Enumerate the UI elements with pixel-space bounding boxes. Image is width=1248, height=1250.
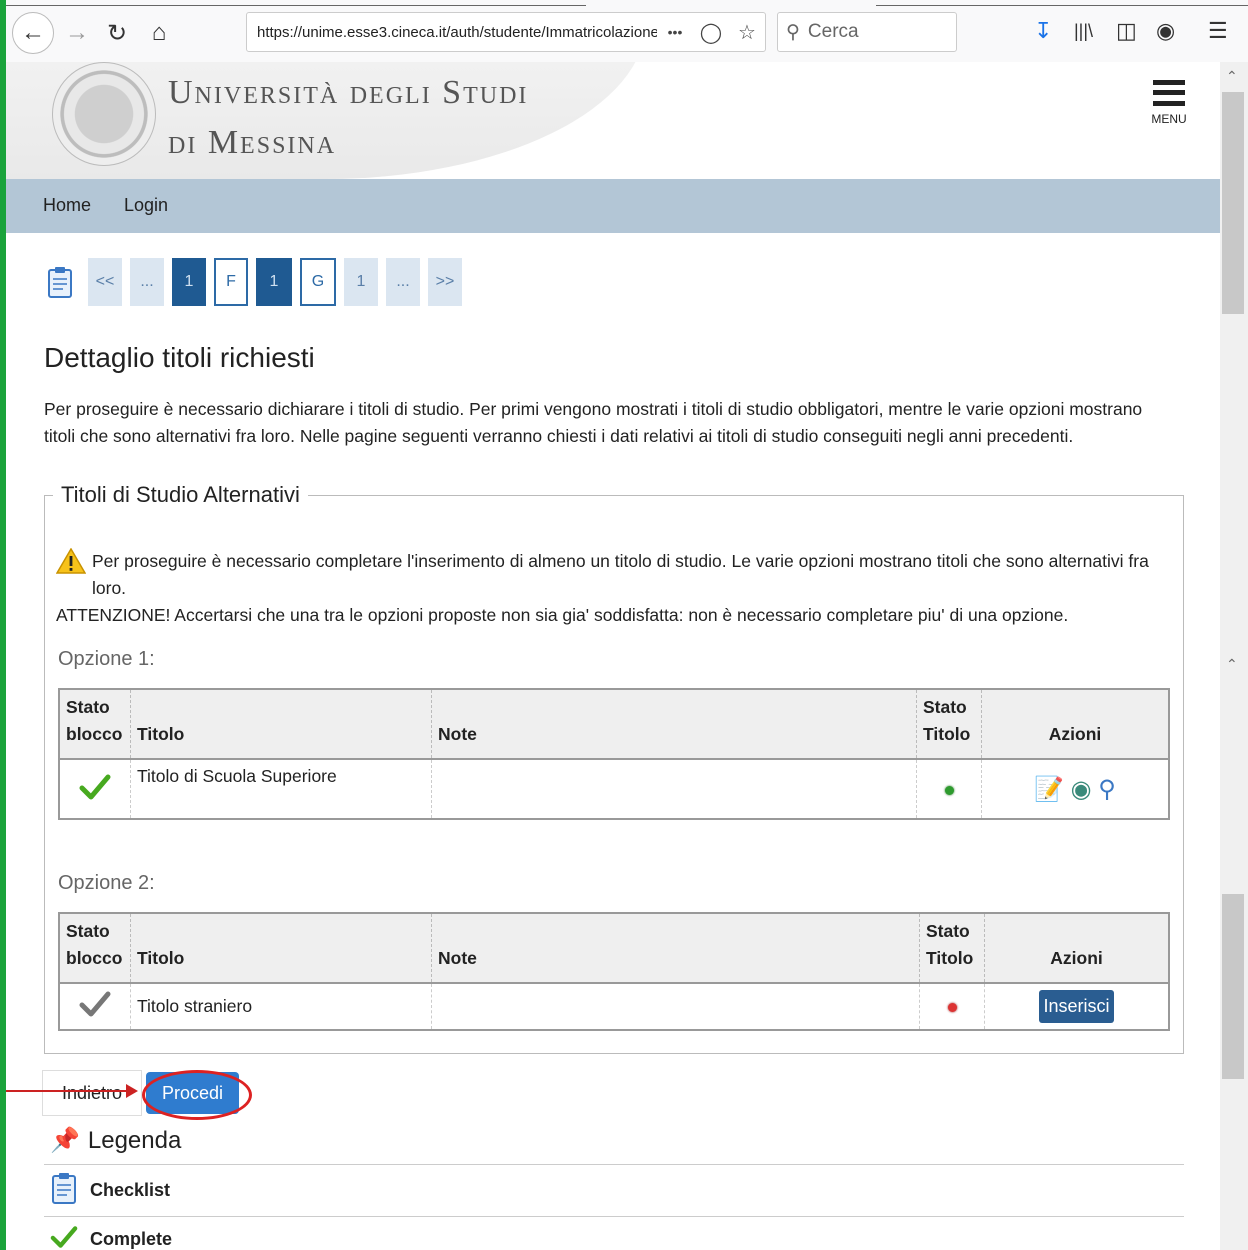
col-titolo: Titolo: [130, 689, 432, 760]
back-arrow-icon[interactable]: ←: [12, 12, 54, 54]
col-stato-titolo: Stato Titolo: [916, 689, 982, 760]
pager-step-current[interactable]: F: [214, 258, 248, 306]
home-icon[interactable]: ⌂: [140, 14, 178, 52]
pager-step[interactable]: 1: [344, 258, 378, 306]
page-scrollbar[interactable]: ⌃ ⌃: [1220, 62, 1248, 1250]
site-header: Università degli Studi di Messina MENU: [6, 62, 1220, 179]
top-nav: Home Login: [6, 179, 1220, 233]
library-icon[interactable]: |||\: [1074, 21, 1093, 42]
status-dot-green-icon: [916, 759, 982, 819]
forward-arrow-icon[interactable]: →: [58, 14, 96, 52]
scroll-up-icon[interactable]: ⌃: [1226, 68, 1238, 85]
col-stato-blocco: Stato blocco: [59, 689, 131, 760]
actions-cell: Inserisci: [985, 983, 1170, 1030]
page-actions-icon[interactable]: •••: [657, 24, 693, 40]
search-input[interactable]: ⚲ Cerca: [777, 12, 957, 52]
sidebar-icon[interactable]: ◫: [1116, 18, 1137, 44]
pocket-icon[interactable]: ◯: [693, 20, 729, 45]
warning-text: Per proseguire è necessario completare l…: [92, 551, 1149, 598]
bookmark-star-icon[interactable]: ☆: [729, 20, 765, 45]
account-icon[interactable]: ◉: [1156, 18, 1175, 44]
proceed-button[interactable]: Procedi: [146, 1072, 239, 1114]
search-icon: ⚲: [786, 21, 800, 43]
checklist-icon[interactable]: [44, 264, 76, 300]
col-note: Note: [431, 913, 920, 984]
pager-first[interactable]: <<: [88, 258, 122, 306]
university-seal-icon[interactable]: [52, 62, 156, 166]
hamburger-menu-icon[interactable]: ☰: [1208, 18, 1228, 44]
legend-heading: 📌 Legenda: [50, 1126, 181, 1155]
option-2-label: Opzione 2:: [58, 872, 155, 894]
pager-step[interactable]: G: [300, 258, 336, 306]
status-dot-red-icon: [919, 983, 985, 1030]
complete-check-icon: [59, 759, 131, 819]
intro-text: Per proseguire è necessario dichiarare i…: [44, 399, 1143, 446]
option-1-label: Opzione 1:: [58, 648, 155, 670]
col-azioni: Azioni: [981, 689, 1169, 760]
url-bar[interactable]: https://unime.esse3.cineca.it/auth/stude…: [246, 12, 766, 52]
warning-icon: [55, 547, 87, 582]
legend-title: Legenda: [87, 1126, 182, 1154]
title-cell: Titolo straniero: [130, 983, 432, 1030]
col-azioni: Azioni: [984, 913, 1169, 984]
pager-step[interactable]: 1: [256, 258, 292, 306]
insert-button[interactable]: Inserisci: [1039, 990, 1114, 1023]
page-viewport: Università degli Studi di Messina MENU H…: [6, 62, 1220, 1250]
scroll-thumb[interactable]: [1222, 92, 1244, 314]
title-cell: Titolo di Scuola Superiore: [130, 759, 432, 819]
attention-text: ATTENZIONE! Accertarsi che una tra le op…: [56, 605, 1069, 625]
pager-step[interactable]: 1: [172, 258, 206, 306]
checklist-icon: [50, 1171, 78, 1210]
pager-ellipsis[interactable]: ...: [130, 258, 164, 306]
legend-item-checklist: Checklist: [44, 1164, 1184, 1216]
legend-label: Checklist: [90, 1180, 171, 1200]
highlight-arrow: [6, 1084, 138, 1098]
menu-button[interactable]: MENU: [1144, 80, 1194, 126]
scroll-thumb[interactable]: [1222, 894, 1244, 1079]
warning-message: Per proseguire è necessario completare l…: [55, 547, 1166, 629]
fieldset-legend: Titoli di Studio Alternativi: [61, 482, 300, 507]
globe-icon[interactable]: ◉: [1071, 776, 1092, 803]
note-cell: [431, 983, 920, 1030]
table-row: Titolo straniero Inserisci: [59, 983, 1169, 1030]
menu-label: MENU: [1151, 112, 1187, 126]
pager-last[interactable]: >>: [428, 258, 462, 306]
university-name[interactable]: Università degli Studi di Messina: [168, 68, 528, 168]
legend-item-complete: Complete: [44, 1216, 1184, 1250]
actions-cell: 📝 ◉ ⚲: [982, 759, 1170, 819]
step-pager: << ... 1 F 1 G 1 ... >>: [44, 258, 462, 306]
page-title: Dettaglio titoli richiesti: [44, 342, 315, 373]
col-stato-blocco: Stato blocco: [59, 913, 131, 984]
col-note: Note: [431, 689, 917, 760]
incomplete-check-icon: [59, 983, 131, 1030]
option-2-table: Stato blocco Titolo Note Stato Titolo Azio…: [58, 912, 1170, 1031]
tab-strip: [6, 0, 1248, 6]
edit-icon[interactable]: 📝: [1034, 776, 1064, 803]
search-placeholder: Cerca: [807, 21, 859, 42]
nav-home-link[interactable]: Home: [43, 195, 91, 216]
url-text: https://unime.esse3.cineca.it/auth/stude…: [257, 23, 657, 41]
col-stato-titolo: Stato Titolo: [919, 913, 985, 984]
legend-label: Complete: [90, 1229, 173, 1249]
col-titolo: Titolo: [130, 913, 432, 984]
scroll-up-icon[interactable]: ⌃: [1226, 656, 1238, 673]
university-name-line2: di Messina: [168, 124, 337, 161]
nav-login-link[interactable]: Login: [124, 195, 168, 216]
magnifier-icon[interactable]: ⚲: [1098, 776, 1116, 803]
pin-icon: 📌: [50, 1127, 80, 1154]
browser-toolbar: ← → ↻ ⌂ https://unime.esse3.cineca.it/au…: [6, 0, 1248, 63]
download-icon[interactable]: ↧: [1034, 18, 1052, 44]
reload-icon[interactable]: ↻: [98, 14, 136, 52]
note-cell: [431, 759, 917, 819]
table-row: Titolo di Scuola Superiore 📝 ◉ ⚲: [59, 759, 1169, 819]
menu-icon: [1153, 80, 1185, 106]
university-name-line1: Università degli Studi: [168, 74, 529, 111]
option-1-table: Stato blocco Titolo Note Stato Titolo Azio…: [58, 688, 1170, 820]
complete-check-icon: [50, 1225, 78, 1250]
pager-ellipsis[interactable]: ...: [386, 258, 420, 306]
